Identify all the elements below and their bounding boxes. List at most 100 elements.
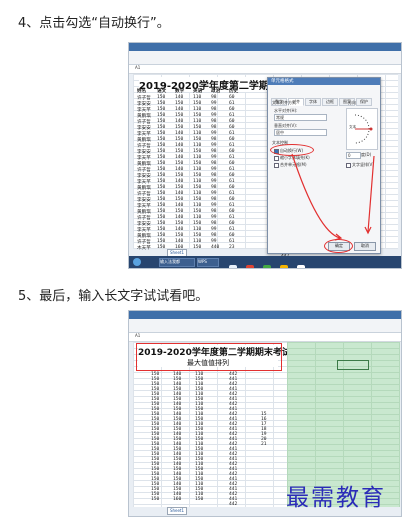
table-cell: 98: [211, 119, 217, 124]
table-cell: 150: [193, 101, 202, 106]
table-cell: 150: [193, 125, 202, 130]
table-cell: 140: [175, 179, 184, 184]
table-cell: 150: [175, 101, 184, 106]
table-cell: 60: [229, 161, 235, 166]
table-cell: 140: [175, 143, 184, 148]
table-cell: 60: [229, 233, 235, 238]
table-cell: 98: [211, 95, 217, 100]
table-cell: 23: [229, 245, 235, 250]
window-titlebar: [129, 43, 401, 51]
table-cell: 150: [195, 497, 204, 502]
table-cell: 98: [211, 197, 217, 202]
dialog-title: 单元格格式: [268, 78, 380, 85]
table-cell: 150: [157, 155, 166, 160]
table-cell: 150: [157, 131, 166, 136]
table-cell: 140: [175, 191, 184, 196]
v-align-select[interactable]: 居中: [274, 129, 327, 136]
table-cell: 150: [157, 119, 166, 124]
table-cell: 60: [229, 95, 235, 100]
cell-reference: A1: [135, 333, 141, 338]
orientation-dial[interactable]: 文本: [346, 108, 378, 150]
orientation-label: 方向: [348, 100, 356, 105]
dialog-tab[interactable]: 字体: [305, 98, 321, 106]
table-cell: 61: [229, 131, 235, 136]
table-cell: 150: [157, 209, 166, 214]
table-cell: 140: [175, 215, 184, 220]
table-cell: 60: [229, 125, 235, 130]
formula-bar[interactable]: A1: [129, 333, 401, 342]
table-cell: 150: [157, 197, 166, 202]
table-cell: 150: [157, 173, 166, 178]
cell-reference: A1: [135, 65, 141, 70]
taskbar-item[interactable]: WPS: [197, 258, 219, 267]
table-cell: 61: [229, 179, 235, 184]
table-cell: 110: [193, 227, 202, 232]
table-cell: 150: [175, 209, 184, 214]
app-icon: [280, 265, 289, 268]
column-header: 英语: [193, 89, 203, 94]
table-cell: 150: [175, 149, 184, 154]
table-cell: 150: [193, 113, 202, 118]
table-cell: 99: [211, 203, 217, 208]
cell-value: 21: [261, 442, 267, 447]
table-cell: 61: [229, 239, 235, 244]
dialog-tab[interactable]: 边框: [322, 98, 338, 106]
table-cell: 99: [211, 113, 217, 118]
table-cell: 98: [211, 137, 217, 142]
table-cell: 98: [211, 107, 217, 112]
app-icon: [229, 265, 237, 268]
table-cell: 140: [175, 203, 184, 208]
table-cell: 150: [193, 197, 202, 202]
table-cell: 60: [229, 185, 235, 190]
sheet-tab[interactable]: Sheet1: [167, 507, 187, 515]
table-cell: 98: [211, 161, 217, 166]
table-cell: 150: [157, 233, 166, 238]
table-cell: 60: [229, 209, 235, 214]
table-cell: 150: [157, 143, 166, 148]
table-cell: 140: [175, 131, 184, 136]
table-cell: 99: [211, 143, 217, 148]
taskbar-item[interactable]: 输入法我都: [159, 258, 195, 267]
table-cell: 110: [193, 143, 202, 148]
formula-bar[interactable]: A1: [129, 65, 401, 74]
screenshot-wrap-text: 开始插入页面布局公式数据审阅视图开发工具特色功能 A1 2019-2020学年度…: [128, 42, 402, 269]
table-cell: 140: [175, 227, 184, 232]
table-cell: 150: [157, 149, 166, 154]
table-cell: 61: [229, 101, 235, 106]
cancel-button[interactable]: 取消: [354, 242, 376, 251]
table-cell: 99: [211, 179, 217, 184]
table-cell: 110: [193, 119, 202, 124]
ribbon: 开始插入页面布局公式数据审阅视图开发工具特色功能: [129, 51, 401, 71]
format-cells-dialog: 单元格格式 数字 对齐 字体 边框 图案 保护 文本对齐方式 水平对齐(H): 常规 垂直…: [267, 77, 381, 254]
active-cell[interactable]: [337, 360, 369, 370]
orientation-text: 文本: [349, 125, 357, 129]
table-cell: 61: [229, 143, 235, 148]
table-cell: 98: [211, 221, 217, 226]
sheet-grid[interactable]: 2019-2020学年度第二学期期末考试成绩 最大值值排列 150 140 110 1…: [133, 342, 309, 507]
table-cell: 150: [193, 185, 202, 190]
h-align-select[interactable]: 常规: [274, 114, 327, 121]
table-cell: 99: [211, 239, 217, 244]
table-row: 木天芊 150 160 150 440 23: [137, 245, 257, 251]
table-cell: 61: [229, 191, 235, 196]
table-cell: 150: [193, 245, 202, 250]
highlight-box: [136, 343, 282, 371]
table-cell: 150: [157, 185, 166, 190]
table-cell: 150: [157, 113, 166, 118]
table-cell: 61: [229, 167, 235, 172]
dialog-tab[interactable]: 保护: [356, 98, 372, 106]
table-cell: 110: [193, 179, 202, 184]
table-cell: 150: [157, 215, 166, 220]
start-button-icon[interactable]: [133, 258, 141, 266]
table-cell: 150: [157, 101, 166, 106]
table-cell: 150: [157, 179, 166, 184]
app-icon: [246, 265, 255, 268]
table-cell: 99: [211, 191, 217, 196]
table-cell: 150: [157, 227, 166, 232]
table-cell: 99: [211, 101, 217, 106]
table-cell: 150: [157, 167, 166, 172]
table-cell: 99: [211, 167, 217, 172]
table-cell: 150: [175, 161, 184, 166]
table-cell: 150: [157, 239, 166, 244]
table-cell: 150: [157, 137, 166, 142]
